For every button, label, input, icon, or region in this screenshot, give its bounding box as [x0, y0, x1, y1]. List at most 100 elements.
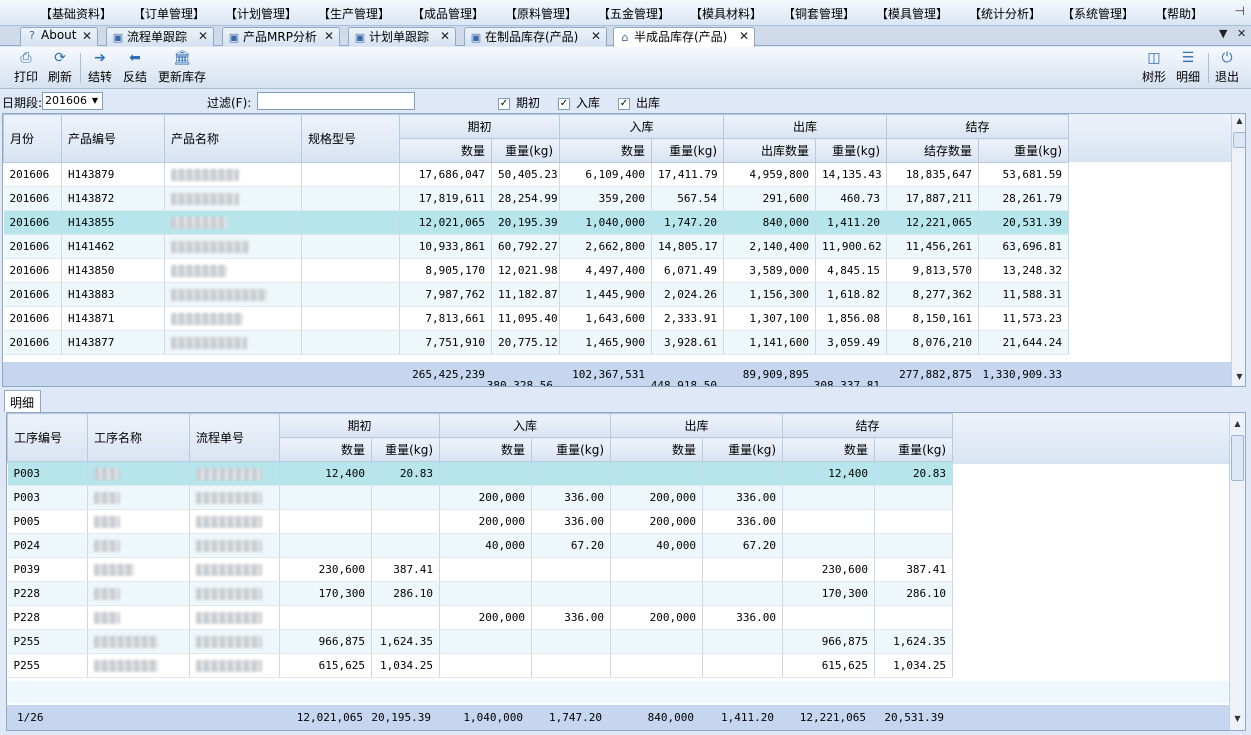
- close-all-icon[interactable]: ✕: [1237, 27, 1246, 40]
- close-icon[interactable]: ✕: [198, 29, 208, 43]
- col-begin-weight[interactable]: 重量(kg): [370, 437, 441, 462]
- menu-finished-goods[interactable]: 【成品管理】: [412, 5, 484, 22]
- close-icon[interactable]: ✕: [324, 29, 334, 43]
- menu-system[interactable]: 【系统管理】: [1062, 5, 1134, 22]
- scrollbar-thumb[interactable]: [1231, 435, 1244, 481]
- out-qty-cell: 3,589,000: [723, 258, 817, 283]
- close-icon[interactable]: ✕: [591, 29, 601, 43]
- begin-qty-cell: 615,625: [279, 653, 372, 678]
- col-month[interactable]: 月份: [3, 114, 62, 163]
- table-row[interactable]: P039 230,600 387.41 230,600 387.41: [7, 557, 954, 582]
- table-row[interactable]: 201606 H143855 12,021,065 20,195.39 1,040,00…: [3, 210, 1070, 235]
- scroll-down-icon[interactable]: ▼: [1230, 714, 1245, 728]
- table-row[interactable]: 201606 H141462 10,933,861 60,792.27 2,662,80…: [3, 234, 1070, 259]
- table-row[interactable]: P003 200,000 336.00 200,000 336.00: [7, 485, 954, 510]
- print-button[interactable]: ⎙ 打印: [12, 50, 40, 85]
- col-product-code[interactable]: 产品编号: [61, 114, 165, 163]
- tab-flow-tracking[interactable]: ▣ 流程单跟踪 ✕: [106, 27, 214, 46]
- menu-statistics[interactable]: 【统计分析】: [969, 5, 1041, 22]
- table-row[interactable]: P024 40,000 67.20 40,000 67.20: [7, 533, 954, 558]
- col-group-in: 入库: [559, 114, 725, 139]
- tree-view-button[interactable]: ◫ 树形: [1140, 50, 1168, 85]
- col-balance-qty[interactable]: 数量: [782, 437, 876, 462]
- tab-mrp-analysis[interactable]: ▣ 产品MRP分析 ✕: [222, 27, 340, 46]
- reverse-label: 反结: [122, 70, 147, 84]
- scroll-up-icon[interactable]: ▲: [1230, 419, 1245, 433]
- tab-detail[interactable]: 明细: [4, 390, 41, 412]
- top-grid-scrollbar[interactable]: ▲ ▼: [1231, 114, 1245, 386]
- begin-checkbox[interactable]: ✓ 期初: [498, 94, 540, 111]
- reverse-carry-button[interactable]: ⬅ 反结: [121, 50, 149, 85]
- scrollbar-thumb[interactable]: [1233, 132, 1245, 148]
- col-begin-qty[interactable]: 数量: [279, 437, 372, 462]
- tab-about[interactable]: ? About ✕: [20, 27, 98, 46]
- detail-view-button[interactable]: ☰ 明细: [1174, 50, 1202, 85]
- col-product-name[interactable]: 产品名称: [164, 114, 302, 163]
- refresh-button[interactable]: ⟳ 刷新: [46, 50, 74, 85]
- carry-forward-button[interactable]: ➔ 结转: [86, 50, 114, 85]
- col-out-weight[interactable]: 重量(kg): [702, 437, 784, 462]
- table-row[interactable]: P228 200,000 336.00 200,000 336.00: [7, 605, 954, 630]
- col-balance-qty[interactable]: 结存数量: [886, 138, 980, 163]
- menu-copper-sleeve[interactable]: 【铜套管理】: [783, 5, 855, 22]
- tab-plan-tracking[interactable]: ▣ 计划单跟踪 ✕: [348, 27, 456, 46]
- col-in-weight[interactable]: 重量(kg): [531, 437, 612, 462]
- col-in-qty[interactable]: 数量: [559, 138, 653, 163]
- filter-input[interactable]: [257, 92, 415, 110]
- col-process-name[interactable]: 工序名称: [87, 413, 190, 462]
- table-row[interactable]: 201606 H143877 7,751,910 20,775.12 1,465,900…: [3, 330, 1070, 355]
- menu-hardware[interactable]: 【五金管理】: [598, 5, 670, 22]
- close-icon[interactable]: ✕: [739, 29, 749, 43]
- balance-weight-cell: 11,588.31: [978, 282, 1070, 307]
- col-balance-weight[interactable]: 重量(kg): [978, 138, 1070, 163]
- exit-button[interactable]: ⏻ 退出: [1213, 50, 1241, 85]
- table-row[interactable]: 201606 H143879 17,686,047 50,405.23 6,109,40…: [3, 162, 1070, 187]
- table-row[interactable]: 201606 H143871 7,813,661 11,095.40 1,643,600…: [3, 306, 1070, 331]
- close-icon[interactable]: ✕: [440, 29, 450, 43]
- printer-icon: ⎙: [20, 50, 32, 66]
- out-checkbox[interactable]: ✓ 出库: [618, 94, 660, 111]
- close-icon[interactable]: ✕: [82, 29, 92, 43]
- flow-no-cell: [189, 509, 280, 534]
- menu-help[interactable]: 【帮助】: [1155, 5, 1203, 22]
- table-row[interactable]: P005 200,000 336.00 200,000 336.00: [7, 509, 954, 534]
- tab-list-icon[interactable]: ▼: [1219, 27, 1227, 40]
- menu-production[interactable]: 【生产管理】: [318, 5, 390, 22]
- menu-plan[interactable]: 【计划管理】: [225, 5, 297, 22]
- table-row[interactable]: P003 12,400 20.83 12,400 20.83: [7, 461, 954, 486]
- table-row[interactable]: P255 966,875 1,624.35 966,875 1,624.35: [7, 629, 954, 654]
- update-inventory-button[interactable]: 🏛 更新库存: [156, 50, 208, 85]
- begin-qty-cell: [279, 533, 372, 558]
- col-begin-qty[interactable]: 数量: [399, 138, 492, 163]
- menu-mold-material[interactable]: 【模具材料】: [690, 5, 762, 22]
- tab-semi-finished-inventory[interactable]: ⌂ 半成品库存(产品) ✕: [613, 27, 755, 47]
- menu-order[interactable]: 【订单管理】: [133, 5, 205, 22]
- table-row[interactable]: P228 170,300 286.10 170,300 286.10: [7, 581, 954, 606]
- table-row[interactable]: 201606 H143850 8,905,170 12,021.98 4,497,400…: [3, 258, 1070, 283]
- col-out-qty[interactable]: 出库数量: [723, 138, 817, 163]
- scroll-down-icon[interactable]: ▼: [1232, 372, 1245, 386]
- col-in-weight[interactable]: 重量(kg): [651, 138, 725, 163]
- table-row[interactable]: P255 615,625 1,034.25 615,625 1,034.25: [7, 653, 954, 678]
- bottom-grid-scrollbar[interactable]: ▲ ▼: [1229, 413, 1245, 730]
- in-checkbox[interactable]: ✓ 入库: [558, 94, 600, 111]
- col-balance-weight[interactable]: 重量(kg): [874, 437, 954, 462]
- table-row[interactable]: 201606 H143872 17,819,611 28,254.99 359,200 5…: [3, 186, 1070, 211]
- begin-qty-cell: 7,987,762: [399, 282, 492, 307]
- col-out-weight[interactable]: 重量(kg): [815, 138, 888, 163]
- col-begin-weight[interactable]: 重量(kg): [490, 138, 561, 163]
- col-in-qty[interactable]: 数量: [439, 437, 533, 462]
- scroll-up-icon[interactable]: ▲: [1232, 116, 1245, 130]
- checkbox-checked-icon: ✓: [498, 97, 510, 110]
- col-process-code[interactable]: 工序编号: [7, 413, 88, 462]
- period-select[interactable]: 201606 ▼: [42, 92, 103, 110]
- pin-icon[interactable]: ⊣: [1235, 4, 1245, 18]
- menu-basic-data[interactable]: 【基础资料】: [40, 5, 112, 22]
- tab-wip-inventory[interactable]: ▣ 在制品库存(产品) ✕: [464, 27, 607, 46]
- col-out-qty[interactable]: 数量: [610, 437, 704, 462]
- menu-raw-material[interactable]: 【原料管理】: [505, 5, 577, 22]
- menu-mold[interactable]: 【模具管理】: [876, 5, 948, 22]
- col-spec[interactable]: 规格型号: [301, 114, 400, 163]
- col-flow-no[interactable]: 流程单号: [189, 413, 280, 462]
- table-row[interactable]: 201606 H143883 7,987,762 11,182.87 1,445,900…: [3, 282, 1070, 307]
